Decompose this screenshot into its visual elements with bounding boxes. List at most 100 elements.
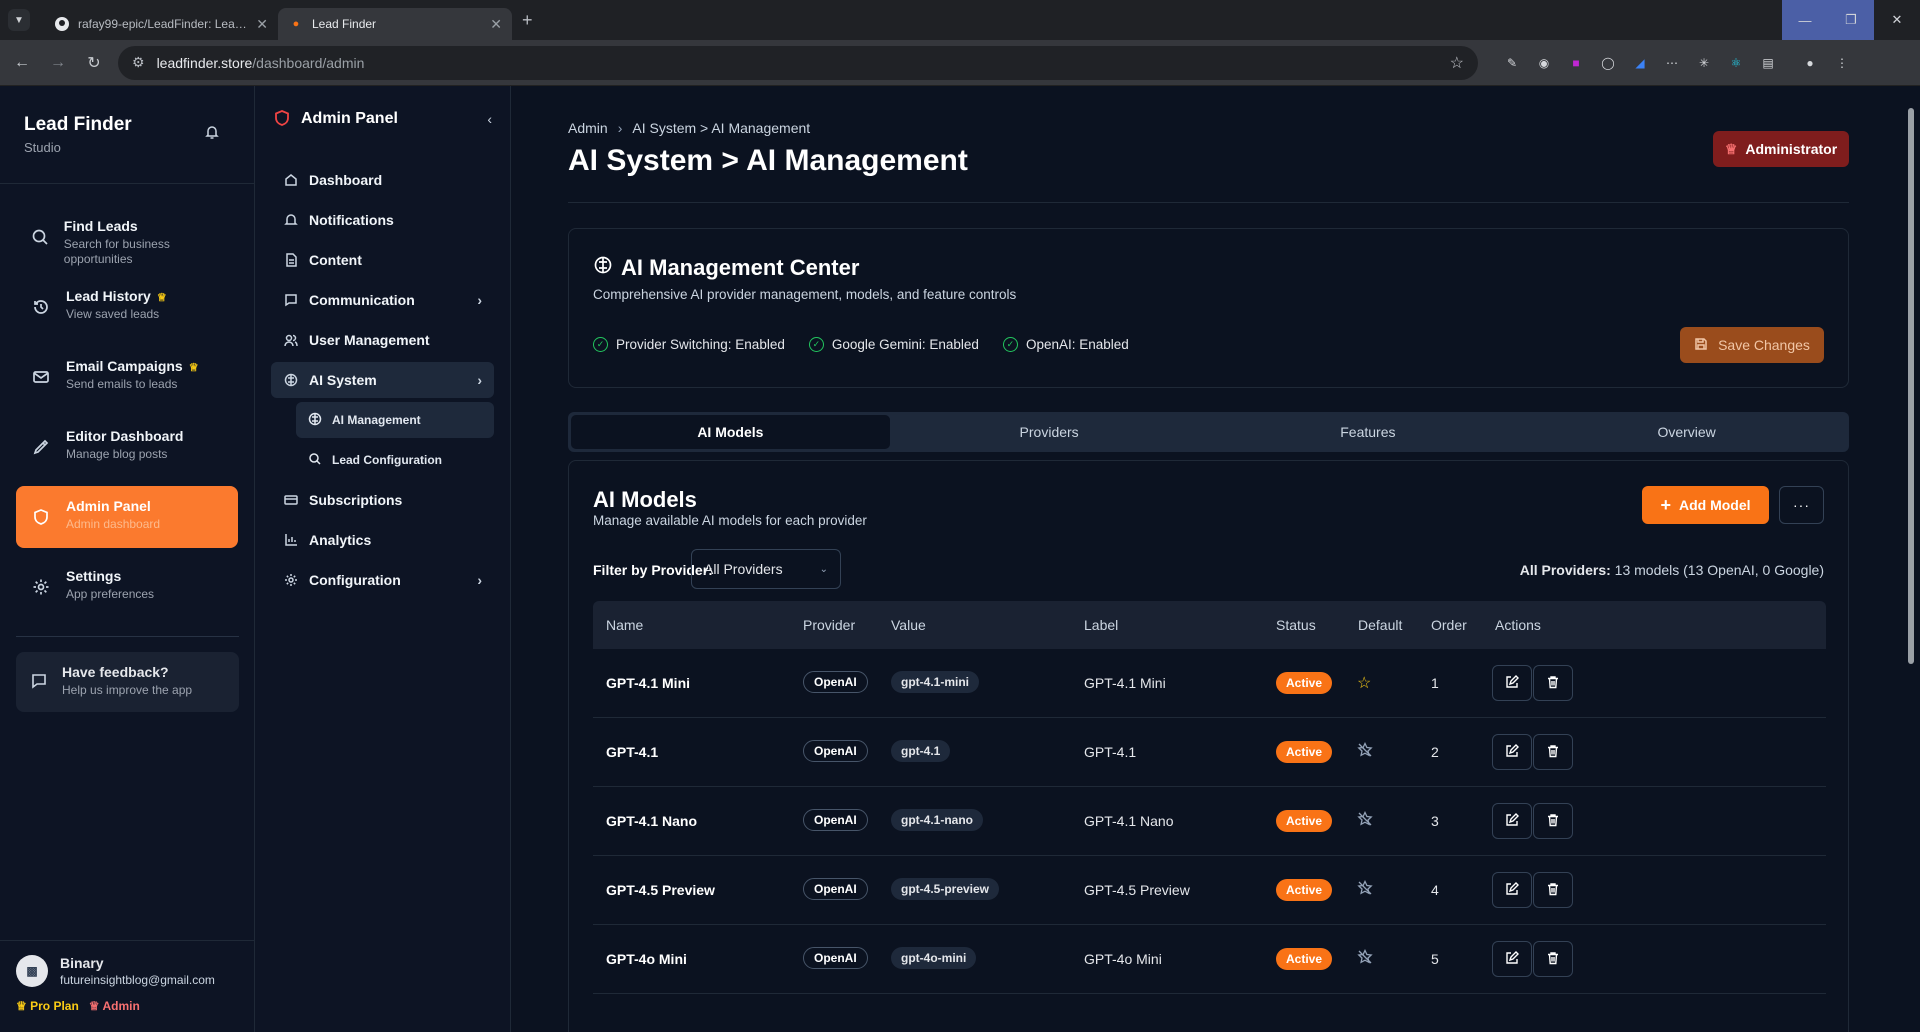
- breadcrumb-admin[interactable]: Admin: [568, 120, 608, 136]
- home-icon: [283, 173, 299, 187]
- tab-title: rafay99-epic/LeadFinder: Lead Finder: [78, 17, 248, 31]
- admin-nav-ai-system[interactable]: AI System ›: [271, 362, 494, 398]
- react-extension-icon[interactable]: ⚛: [1726, 53, 1746, 73]
- more-icon: ···: [1793, 497, 1810, 513]
- close-tab-icon[interactable]: ✕: [256, 16, 268, 33]
- forward-button[interactable]: →: [44, 49, 72, 77]
- bell-icon[interactable]: [204, 124, 220, 143]
- reload-button[interactable]: ↻: [80, 49, 108, 77]
- admin-subnav-lead-configuration[interactable]: Lead Configuration: [296, 442, 494, 478]
- save-changes-button[interactable]: Save Changes: [1680, 327, 1824, 363]
- browser-tab-leadfinder[interactable]: ● Lead Finder ✕: [278, 8, 512, 40]
- edit-button[interactable]: [1492, 734, 1532, 770]
- add-model-button[interactable]: + Add Model: [1642, 486, 1769, 524]
- admin-nav-analytics[interactable]: Analytics: [271, 522, 494, 558]
- admin-subnav-ai-management[interactable]: AI Management: [296, 402, 494, 438]
- star-off-icon[interactable]: [1357, 948, 1373, 969]
- column-header[interactable]: Order: [1431, 617, 1467, 633]
- admin-sidebar-header: Admin Panel ‹: [255, 86, 510, 152]
- tab-list-button[interactable]: ▼: [8, 9, 30, 31]
- sidebar-item-email-campaigns[interactable]: Email Campaigns ♕ Send emails to leads: [16, 346, 238, 408]
- page-scrollbar[interactable]: [1901, 86, 1920, 1032]
- more-options-button[interactable]: ···: [1779, 486, 1824, 524]
- star-off-icon[interactable]: [1357, 810, 1373, 831]
- sidebar-item-editor-dashboard[interactable]: Editor Dashboard Manage blog posts: [16, 416, 238, 478]
- admin-nav-subscriptions[interactable]: Subscriptions: [271, 482, 494, 518]
- admin-nav-content[interactable]: Content: [271, 242, 494, 278]
- url-text: leadfinder.store/dashboard/admin: [156, 54, 365, 71]
- profile-icon[interactable]: ●: [1800, 53, 1820, 73]
- bitwarden-icon[interactable]: ◢: [1630, 53, 1650, 73]
- url-input[interactable]: ⚙ leadfinder.store/dashboard/admin ☆: [118, 45, 1478, 80]
- scrollbar-thumb[interactable]: [1908, 108, 1914, 664]
- delete-button[interactable]: [1533, 872, 1573, 908]
- sidebar-item-title: Editor Dashboard: [66, 428, 184, 444]
- provider-filter-select[interactable]: All Providers ⌄: [691, 549, 841, 589]
- browser-menu-icon[interactable]: ⋮: [1832, 53, 1852, 73]
- close-window-button[interactable]: ✕: [1874, 0, 1920, 40]
- column-header[interactable]: Label: [1084, 617, 1118, 633]
- table-row: GPT-4.1 Mini OpenAI gpt-4.1-mini GPT-4.1…: [593, 649, 1826, 718]
- sidebar-item-find-leads[interactable]: Find Leads Search for business opportunit…: [16, 206, 238, 268]
- tab-overview[interactable]: Overview: [1527, 415, 1846, 449]
- globe-extension-icon[interactable]: ◯: [1598, 53, 1618, 73]
- tab-ai-models[interactable]: AI Models: [571, 415, 890, 449]
- minimize-button[interactable]: —: [1782, 0, 1828, 40]
- delete-button[interactable]: [1533, 803, 1573, 839]
- administrator-button[interactable]: ♕ Administrator: [1713, 131, 1849, 167]
- bookmark-star-icon[interactable]: ☆: [1450, 53, 1464, 73]
- new-tab-button[interactable]: +: [522, 10, 533, 31]
- sidebar-item-lead-history[interactable]: Lead History ♕ View saved leads: [16, 276, 238, 338]
- tab-providers[interactable]: Providers: [890, 415, 1209, 449]
- star-off-icon[interactable]: [1357, 879, 1373, 900]
- feedback-title: Have feedback?: [62, 664, 169, 680]
- admin-nav-notifications[interactable]: Notifications: [271, 202, 494, 238]
- default-star-icon[interactable]: ☆: [1357, 673, 1371, 693]
- cell-label: GPT-4.1 Nano: [1084, 813, 1174, 829]
- edit-button[interactable]: [1492, 803, 1532, 839]
- collapse-chevron-icon[interactable]: ‹: [487, 111, 492, 127]
- search-icon: [30, 226, 50, 248]
- extensions-icon[interactable]: ▤: [1758, 53, 1778, 73]
- edit-button[interactable]: [1492, 941, 1532, 977]
- value-badge: gpt-4o-mini: [891, 947, 977, 969]
- column-header[interactable]: Name: [606, 617, 643, 633]
- message-icon: [283, 293, 299, 307]
- column-header[interactable]: Status: [1276, 617, 1316, 633]
- tab-features[interactable]: Features: [1209, 415, 1528, 449]
- star-off-icon[interactable]: [1357, 741, 1373, 762]
- column-header[interactable]: Value: [891, 617, 926, 633]
- close-tab-icon[interactable]: ✕: [490, 16, 502, 33]
- gear-extension-icon[interactable]: ✳: [1694, 53, 1714, 73]
- dots-extension-icon[interactable]: ⋯: [1662, 53, 1682, 73]
- chart-icon: [283, 533, 299, 547]
- edit-button[interactable]: [1492, 872, 1532, 908]
- sidebar-item-admin-panel[interactable]: Admin Panel Admin dashboard: [16, 486, 238, 548]
- delete-button[interactable]: [1533, 941, 1573, 977]
- value-badge: gpt-4.1-mini: [891, 671, 979, 693]
- edit-button[interactable]: [1492, 665, 1532, 701]
- site-info-icon[interactable]: ⚙: [132, 54, 145, 71]
- back-button[interactable]: ←: [8, 49, 36, 77]
- delete-button[interactable]: [1533, 665, 1573, 701]
- sidebar-item-settings[interactable]: Settings App preferences: [16, 556, 238, 618]
- github-icon: [54, 16, 70, 32]
- admin-nav-user-management[interactable]: User Management: [271, 322, 494, 358]
- admin-nav-configuration[interactable]: Configuration ›: [271, 562, 494, 598]
- crown-icon: ♕: [188, 362, 199, 374]
- app: Lead Finder Studio Find Leads Search for …: [0, 86, 1920, 1032]
- admin-nav-communication[interactable]: Communication ›: [271, 282, 494, 318]
- pen-extension-icon[interactable]: ✎: [1502, 53, 1522, 73]
- user-profile[interactable]: ▩ Binary futureinsightblog@gmail.com ♕ P…: [0, 940, 255, 1032]
- avatar-extension-icon[interactable]: ◉: [1534, 53, 1554, 73]
- purple-extension-icon[interactable]: ■: [1566, 53, 1586, 73]
- delete-button[interactable]: [1533, 734, 1573, 770]
- gear-icon: [283, 573, 299, 587]
- feedback-button[interactable]: Have feedback? Help us improve the app: [16, 652, 239, 712]
- admin-nav-dashboard[interactable]: Dashboard: [271, 162, 494, 198]
- browser-tab-github[interactable]: rafay99-epic/LeadFinder: Lead Finder ✕: [44, 8, 278, 40]
- restore-button[interactable]: ❐: [1828, 0, 1874, 40]
- column-header[interactable]: Default: [1358, 617, 1402, 633]
- extensions-bar: ✎ ◉ ■ ◯ ◢ ⋯ ✳ ⚛ ▤ ● ⋮: [1502, 53, 1852, 73]
- column-header[interactable]: Provider: [803, 617, 855, 633]
